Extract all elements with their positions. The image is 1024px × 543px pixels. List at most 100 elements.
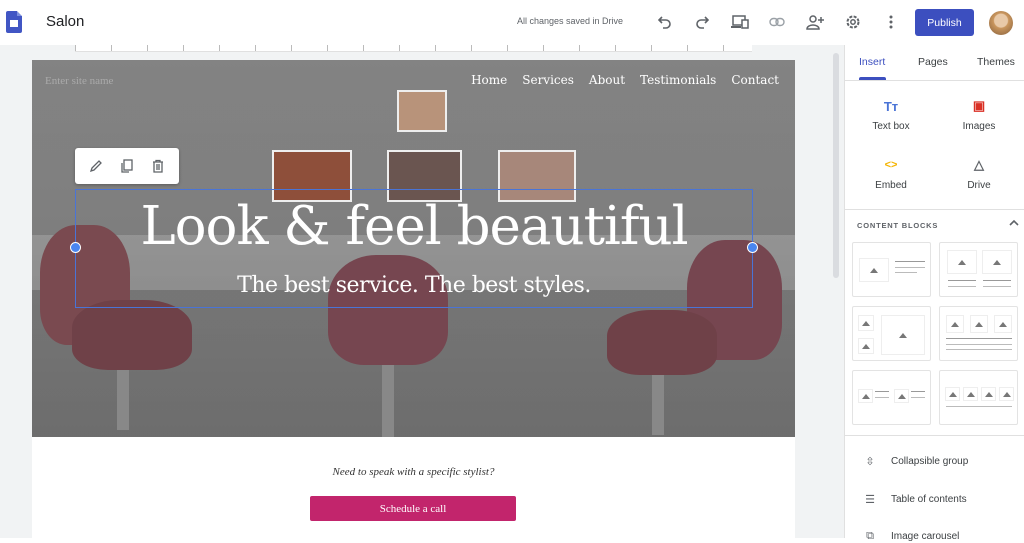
line	[983, 286, 1011, 287]
line	[946, 338, 1012, 339]
schedule-call-button[interactable]: Schedule a call	[310, 496, 516, 521]
line	[875, 397, 889, 398]
salon-chair	[72, 300, 192, 370]
image-placeholder-icon	[947, 250, 977, 274]
link-icon[interactable]	[767, 12, 787, 32]
site-title[interactable]: Salon	[46, 13, 84, 30]
image-placeholder-icon	[981, 387, 996, 401]
save-status: All changes saved in Drive	[517, 16, 624, 26]
embed-icon: <>	[884, 159, 898, 171]
cta-prompt[interactable]: Need to speak with a specific stylist?	[32, 466, 795, 478]
divider	[845, 209, 1024, 210]
line	[948, 280, 976, 281]
collapse-chevron-icon[interactable]	[1009, 217, 1019, 229]
image-placeholder-icon	[999, 387, 1014, 401]
nav-about[interactable]: About	[589, 73, 625, 87]
line	[946, 349, 1012, 350]
image-carousel-icon: ⧉	[866, 530, 874, 542]
insert-label: Drive	[967, 180, 991, 191]
line	[983, 280, 1011, 281]
active-tab-indicator	[859, 77, 886, 80]
content-block-4[interactable]	[939, 306, 1018, 361]
image-placeholder-icon	[859, 258, 889, 282]
text-box-icon: Tт	[883, 98, 899, 114]
content-block-3[interactable]	[852, 306, 931, 361]
share-icon[interactable]	[805, 12, 825, 32]
insert-drive[interactable]: △ Drive	[939, 156, 1019, 191]
text-selection-box[interactable]: Look & feel beautiful The best service. …	[70, 189, 758, 308]
drive-icon: △	[974, 157, 984, 172]
redo-icon[interactable]	[692, 12, 712, 32]
tab-insert[interactable]: Insert	[859, 56, 885, 68]
line	[946, 344, 1012, 345]
line	[948, 286, 976, 287]
ruler	[75, 45, 752, 52]
image-placeholder-icon	[946, 315, 964, 333]
insert-images[interactable]: ▣ Images	[939, 97, 1019, 132]
insert-collapsible-group[interactable]: ⇳ Collapsible group	[863, 455, 968, 468]
insert-embed[interactable]: <> Embed	[851, 156, 931, 191]
panel-tabs: Insert Pages Themes	[845, 45, 1024, 81]
image-placeholder-icon	[858, 315, 874, 331]
chair-base	[117, 370, 129, 430]
nav-testimonials[interactable]: Testimonials	[640, 73, 716, 87]
content-block-1[interactable]	[852, 242, 931, 297]
chair-base	[382, 365, 394, 437]
nav-home[interactable]: Home	[471, 73, 507, 87]
nav-services[interactable]: Services	[522, 73, 574, 87]
image-placeholder-icon	[963, 387, 978, 401]
avatar[interactable]	[989, 11, 1013, 35]
image-placeholder-icon	[970, 315, 988, 333]
line	[946, 406, 1012, 407]
salon-chair	[607, 310, 717, 375]
site-nav: Home Services About Testimonials Contact	[471, 73, 779, 87]
image-placeholder-icon	[945, 387, 960, 401]
editor-canvas: Enter site name Home Services About Test…	[0, 45, 844, 538]
image-placeholder-icon	[858, 389, 873, 403]
element-toolbar	[75, 148, 179, 184]
more-icon[interactable]	[881, 12, 901, 32]
edit-icon[interactable]	[87, 157, 105, 175]
site-name-input[interactable]: Enter site name	[45, 75, 113, 87]
list-item-label: Collapsible group	[891, 456, 969, 467]
image-placeholder-icon	[858, 338, 874, 354]
images-icon: ▣	[972, 98, 986, 113]
insert-table-of-contents[interactable]: ☰ Table of contents	[863, 493, 967, 506]
divider	[845, 435, 1024, 436]
line	[895, 272, 917, 273]
hero-section[interactable]: Enter site name Home Services About Test…	[32, 60, 795, 437]
line	[875, 391, 889, 392]
line	[911, 391, 925, 392]
chair-base	[652, 375, 664, 435]
hero-subheadline[interactable]: The best service. The best styles.	[76, 273, 752, 298]
publish-button[interactable]: Publish	[915, 9, 974, 36]
duplicate-icon[interactable]	[118, 157, 136, 175]
collapsible-group-icon: ⇳	[865, 456, 875, 468]
sites-logo-icon[interactable]	[6, 11, 22, 33]
table-of-contents-icon: ☰	[865, 494, 875, 506]
content-block-2[interactable]	[939, 242, 1018, 297]
list-item-label: Table of contents	[891, 494, 967, 505]
content-blocks-title: CONTENT BLOCKS	[857, 221, 939, 230]
delete-icon[interactable]	[149, 157, 167, 175]
site-page: Enter site name Home Services About Test…	[32, 60, 795, 538]
tab-pages[interactable]: Pages	[918, 56, 948, 68]
content-block-5[interactable]	[852, 370, 931, 425]
wall-photo	[397, 90, 447, 132]
content-block-6[interactable]	[939, 370, 1018, 425]
hero-headline[interactable]: Look & feel beautiful	[76, 196, 752, 257]
preview-icon[interactable]	[730, 12, 750, 32]
undo-icon[interactable]	[655, 12, 675, 32]
image-placeholder-icon	[881, 315, 925, 355]
insert-label: Embed	[875, 180, 907, 191]
settings-icon[interactable]	[843, 12, 863, 32]
insert-label: Text box	[872, 121, 910, 132]
top-bar: Salon All changes saved in Drive Publish	[0, 0, 1024, 45]
line	[895, 261, 925, 262]
insert-text-box[interactable]: Tт Text box	[851, 97, 931, 133]
tab-themes[interactable]: Themes	[977, 56, 1015, 68]
scrollbar[interactable]	[833, 53, 839, 278]
nav-contact[interactable]: Contact	[731, 73, 779, 87]
insert-image-carousel[interactable]: ⧉ Image carousel	[863, 530, 959, 543]
list-item-label: Image carousel	[891, 531, 960, 542]
